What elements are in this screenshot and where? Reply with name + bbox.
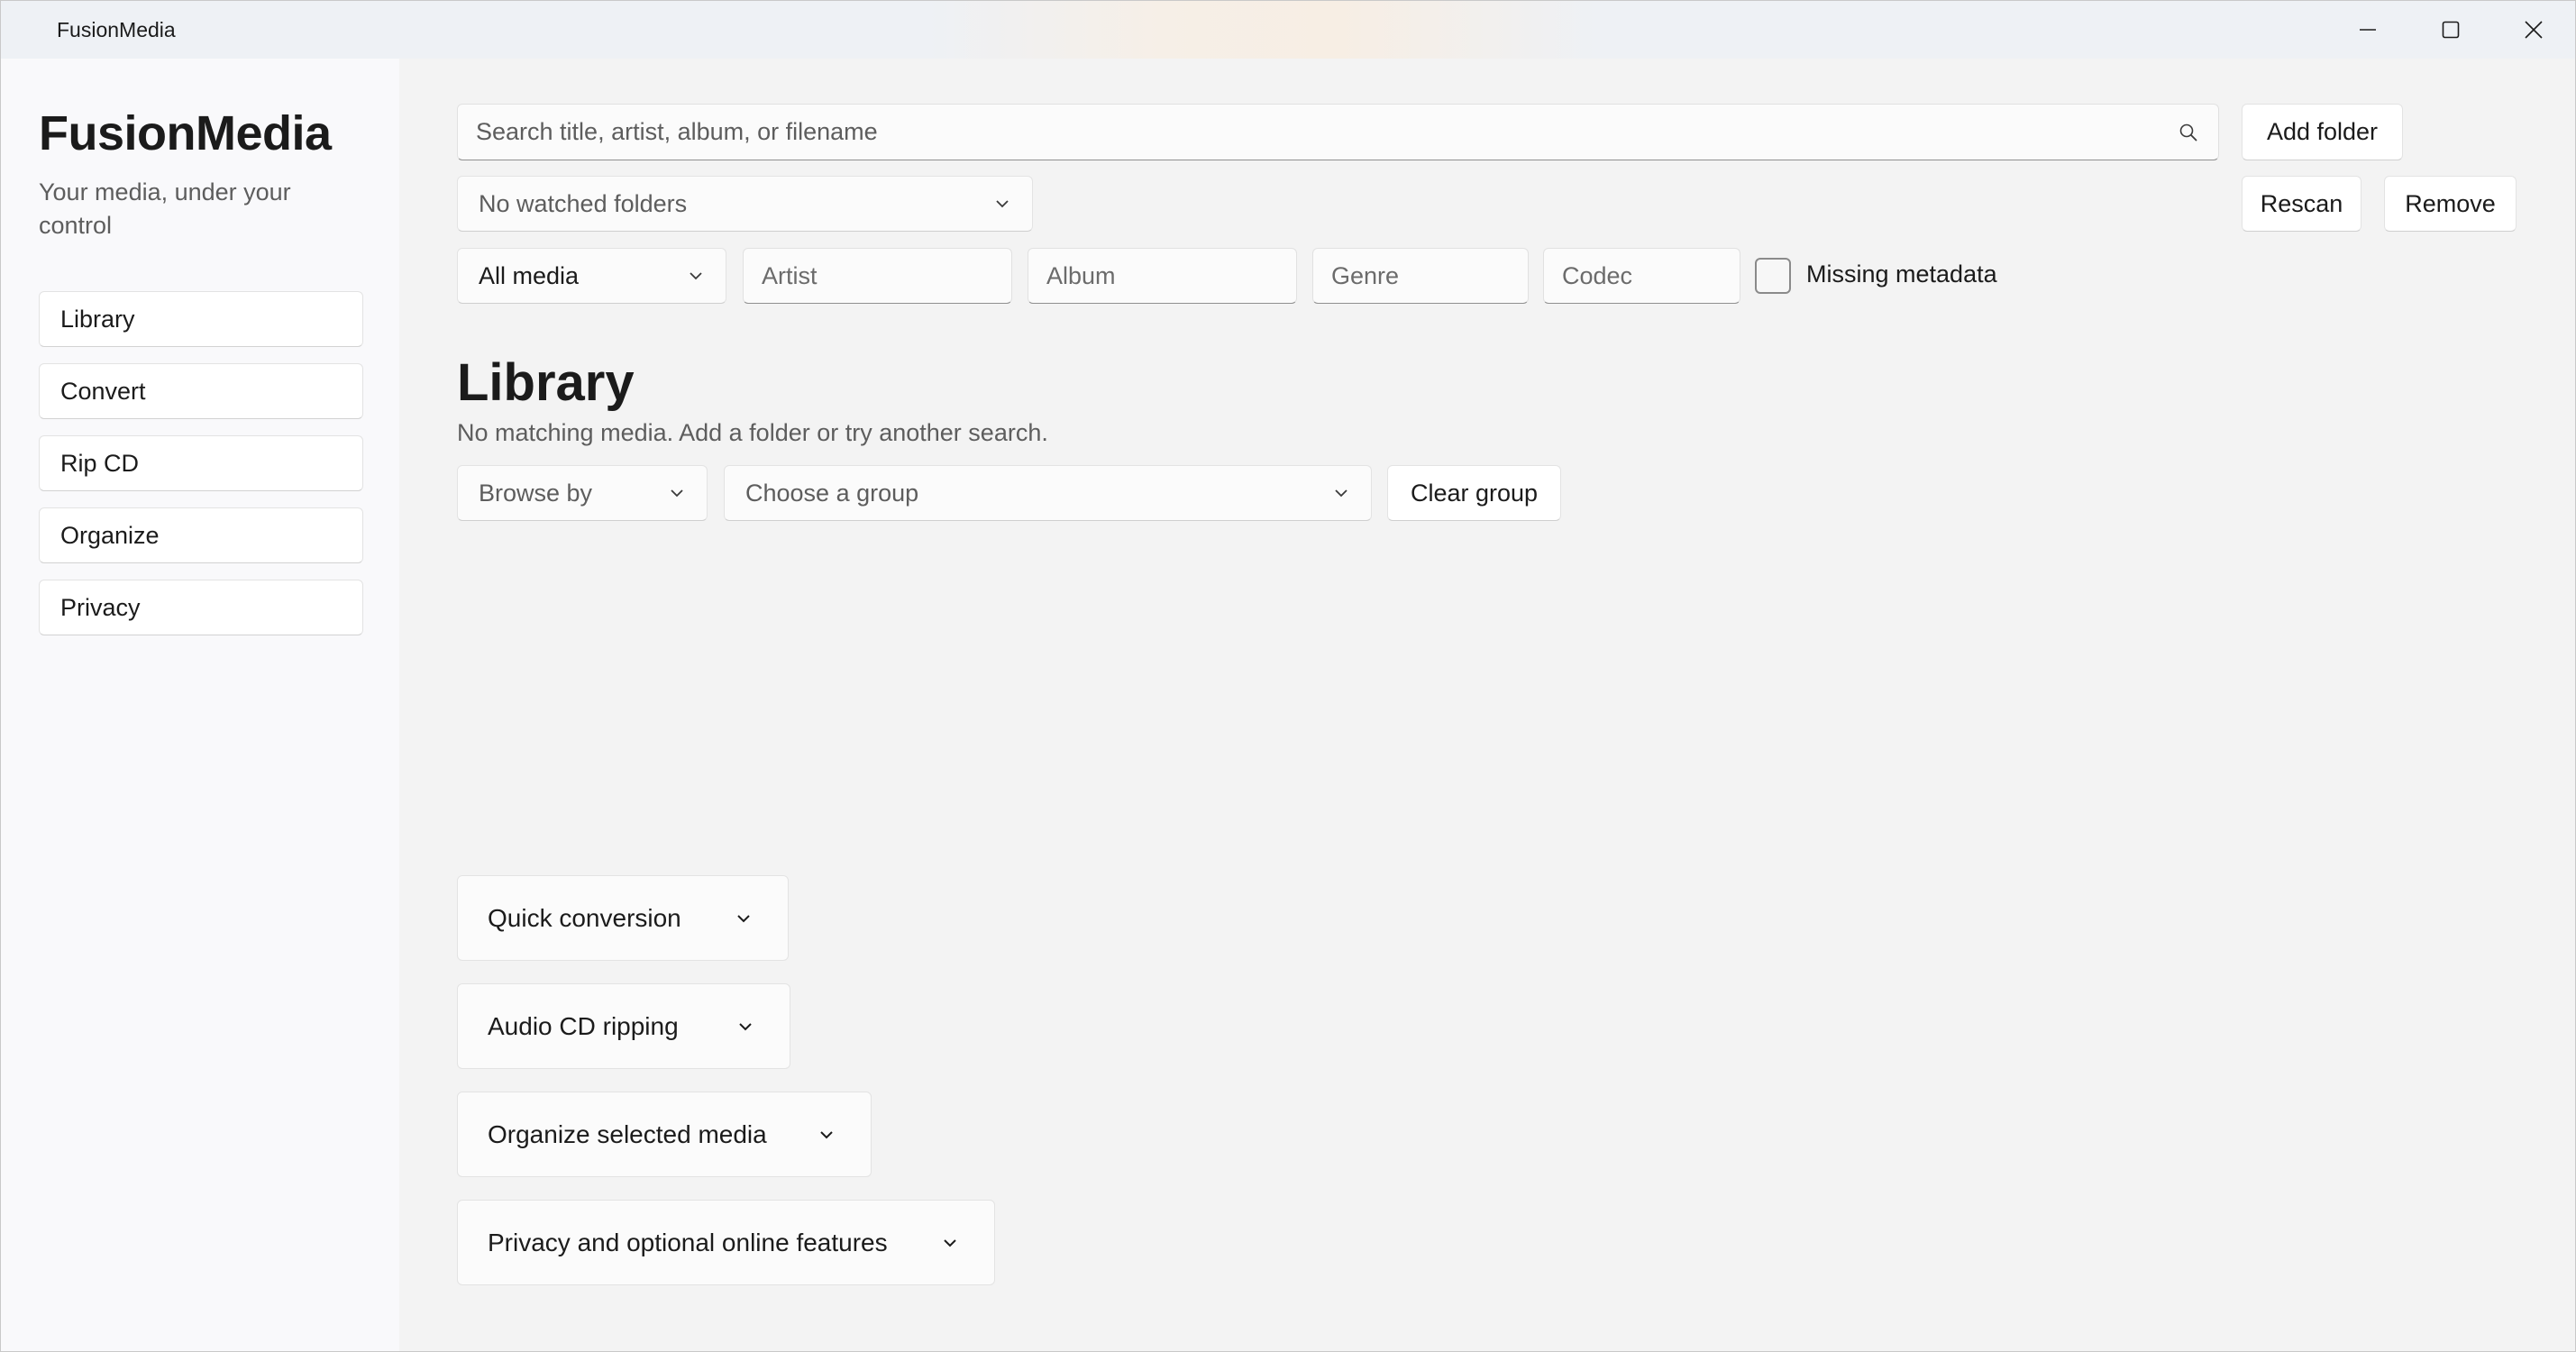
missing-metadata-checkbox[interactable] [1755,258,1791,294]
expander-label: Organize selected media [488,1120,767,1148]
organize-media-expander[interactable]: Organize selected media [457,1092,872,1177]
genre-filter-input[interactable]: Genre [1312,248,1529,304]
expander-label: Audio CD ripping [488,1012,679,1040]
privacy-features-expander[interactable]: Privacy and optional online features [457,1200,995,1285]
media-type-value: All media [479,262,580,289]
close-icon [2525,21,2543,39]
group-dropdown[interactable]: Choose a group [724,465,1372,521]
add-folder-button[interactable]: Add folder [2242,104,2403,160]
browse-by-dropdown[interactable]: Browse by [457,465,708,521]
main-content: Search title, artist, album, or filename… [400,59,2575,1351]
clear-group-button[interactable]: Clear group [1387,465,1561,521]
artist-filter-input[interactable]: Artist [743,248,1012,304]
expander-label: Quick conversion [488,904,681,932]
app-window: FusionMedia FusionMedia Your media, unde… [0,0,2576,1352]
expander-label: Privacy and optional online features [488,1229,888,1256]
brand-title: FusionMedia [39,106,332,160]
album-filter-input[interactable]: Album [1028,248,1297,304]
chevron-down-icon [671,489,683,498]
search-placeholder: Search title, artist, album, or filename [476,118,878,145]
browse-by-value: Browse by [479,480,593,507]
missing-metadata-label[interactable]: Missing metadata [1806,260,1997,288]
chevron-down-icon [996,200,1009,208]
close-window-button[interactable] [2492,1,2575,59]
page-title: Library [457,353,635,412]
maximize-button[interactable] [2409,1,2492,59]
group-value: Choose a group [745,480,919,507]
window-title: FusionMedia [57,18,176,41]
chevron-down-icon [739,1022,752,1030]
search-input[interactable]: Search title, artist, album, or filename [457,104,2219,160]
library-status-text: No matching media. Add a folder or try a… [457,419,1048,446]
chevron-down-icon [737,914,750,922]
album-placeholder: Album [1046,262,1116,289]
audio-cd-ripping-expander[interactable]: Audio CD ripping [457,983,790,1069]
minimize-button[interactable] [2326,1,2409,59]
brand-tagline: Your media, under your control [39,178,291,239]
maximize-icon [2442,21,2460,39]
sidebar: FusionMedia Your media, under your contr… [1,59,399,1351]
minimize-icon [2360,29,2376,31]
search-icon[interactable] [2179,123,2198,142]
sidebar-item-organize[interactable]: Organize [39,507,363,563]
codec-filter-input[interactable]: Codec [1543,248,1740,304]
title-bar: FusionMedia [1,1,2575,59]
sidebar-nav: Library Convert Rip CD Organize Privacy [39,291,363,652]
chevron-down-icon [1335,489,1347,498]
sidebar-item-privacy[interactable]: Privacy [39,580,363,635]
chevron-down-icon [944,1238,956,1247]
watched-folders-value: No watched folders [479,190,688,217]
artist-placeholder: Artist [762,262,818,289]
media-type-dropdown[interactable]: All media [457,248,726,304]
sidebar-item-convert[interactable]: Convert [39,363,363,419]
codec-placeholder: Codec [1562,262,1633,289]
sidebar-item-rip-cd[interactable]: Rip CD [39,435,363,491]
chevron-down-icon [690,272,702,280]
chevron-down-icon [820,1130,833,1138]
remove-button[interactable]: Remove [2384,176,2517,232]
rescan-button[interactable]: Rescan [2242,176,2361,232]
genre-placeholder: Genre [1331,262,1400,289]
sidebar-item-library[interactable]: Library [39,291,363,347]
watched-folders-dropdown[interactable]: No watched folders [457,176,1033,232]
quick-conversion-expander[interactable]: Quick conversion [457,875,789,961]
